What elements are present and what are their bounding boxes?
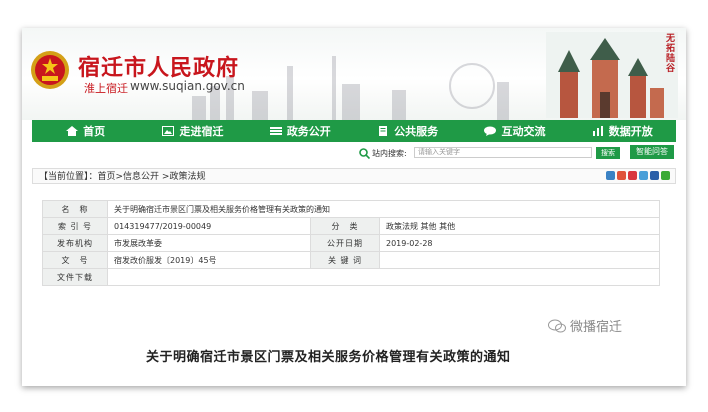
nav-item-interaction[interactable]: 互动交流 <box>461 120 568 142</box>
category-value: 政策法规 其他 其他 <box>379 217 660 235</box>
chart-icon <box>592 126 603 136</box>
nav-item-gov-affairs[interactable]: 政务公开 <box>247 120 354 142</box>
nav-item-label: 公共服务 <box>394 125 439 138</box>
docno-label: 文 号 <box>42 251 108 269</box>
breadcrumb: 【当前位置】：首页>信息公开 >政策法规 <box>32 168 676 184</box>
search-input[interactable]: 请输入关键字 <box>414 147 592 158</box>
list-icon <box>269 127 282 135</box>
document-info-table: 名 称 关于明确宿迁市景区门票及相关服务价格管理有关政策的通知 索 引 号 01… <box>42 200 660 286</box>
wechat-icon <box>548 319 566 332</box>
header-banner: 无拓陆谷 宿迁市人民政府 淮上宿迁 www.suqian.gov.cn <box>22 28 686 120</box>
keyword-value <box>379 251 660 269</box>
table-row: 文 号 宿发改价服发〔2019〕45号 关 键 词 <box>42 251 660 269</box>
weibo-icon[interactable] <box>628 171 637 180</box>
nav-item-label: 政务公开 <box>286 125 331 138</box>
table-row: 索 引 号 014319477/2019-00049 分 类 政策法规 其他 其… <box>42 217 660 235</box>
site-url: www.suqian.gov.cn <box>130 79 245 93</box>
date-value: 2019-02-28 <box>379 234 660 252</box>
category-label: 分 类 <box>310 217 380 235</box>
image-icon <box>162 126 175 136</box>
download-label: 文件下载 <box>42 268 108 286</box>
share-icon[interactable] <box>617 171 626 180</box>
document-icon <box>379 126 388 136</box>
nav-item-label: 首页 <box>83 125 106 138</box>
org-value: 市发展改革委 <box>107 234 311 252</box>
nav-item-label: 数据开放 <box>608 125 653 138</box>
smart-qa-button[interactable]: 智能问答 <box>630 145 674 159</box>
main-nav: 首页 走进宿迁 政务公开 公共服务 互动交流 数据开放 <box>32 120 676 142</box>
search-button[interactable]: 搜索 <box>596 147 620 159</box>
site-subtitle: 淮上宿迁 <box>84 82 128 95</box>
org-label: 发布机构 <box>42 234 108 252</box>
nav-item-open-data[interactable]: 数据开放 <box>569 120 676 142</box>
share-icon[interactable] <box>606 171 615 180</box>
site-title: 宿迁市人民政府 <box>78 55 240 81</box>
nav-item-public-service[interactable]: 公共服务 <box>354 120 461 142</box>
watermark: 微播宿迁 <box>548 316 622 335</box>
keyword-label: 关 键 词 <box>310 251 380 269</box>
slogan-text: 无拓陆谷 <box>666 34 676 74</box>
table-row: 发布机构 市发展改革委 公开日期 2019-02-28 <box>42 234 660 252</box>
table-row: 名 称 关于明确宿迁市景区门票及相关服务价格管理有关政策的通知 <box>42 200 660 218</box>
castle-illustration <box>546 32 678 118</box>
chat-icon <box>484 126 497 136</box>
search-label: 站内搜索: <box>372 149 407 158</box>
index-value: 014319477/2019-00049 <box>107 217 311 235</box>
name-value: 关于明确宿迁市景区门票及相关服务价格管理有关政策的通知 <box>107 200 660 218</box>
home-icon <box>66 126 79 136</box>
docno-value: 宿发改价服发〔2019〕45号 <box>107 251 311 269</box>
nav-item-about[interactable]: 走进宿迁 <box>139 120 246 142</box>
nav-item-home[interactable]: 首页 <box>32 120 139 142</box>
search-row: 站内搜索: 请输入关键字 搜索 智能问答 <box>22 145 686 163</box>
name-label: 名 称 <box>42 200 108 218</box>
share-icons <box>606 171 670 180</box>
index-label: 索 引 号 <box>42 217 108 235</box>
wechat-icon[interactable] <box>661 171 670 180</box>
nav-item-label: 走进宿迁 <box>179 125 224 138</box>
date-label: 公开日期 <box>310 234 380 252</box>
share-icon[interactable] <box>650 171 659 180</box>
national-emblem-icon <box>31 51 69 89</box>
document-title: 关于明确宿迁市景区门票及相关服务价格管理有关政策的通知 <box>146 350 511 365</box>
watermark-text: 微播宿迁 <box>570 320 623 335</box>
table-row: 文件下载 <box>42 268 660 286</box>
nav-item-label: 互动交流 <box>501 125 546 138</box>
search-icon <box>359 148 370 159</box>
download-value[interactable] <box>107 268 660 286</box>
share-icon[interactable] <box>639 171 648 180</box>
